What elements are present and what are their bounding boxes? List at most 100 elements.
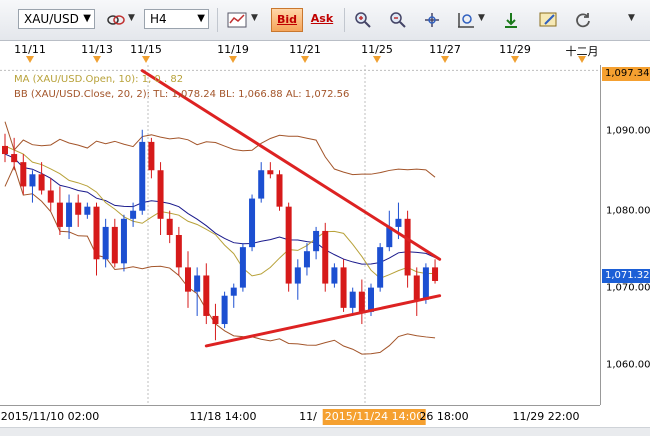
- y-tick: 1,080.00: [606, 205, 650, 217]
- x-tick: 26 18:00: [419, 410, 469, 423]
- candle-body: [249, 198, 256, 248]
- candle-body: [194, 275, 201, 292]
- candle-body: [75, 202, 82, 215]
- candle-body: [267, 170, 274, 175]
- time-axis[interactable]: 2015/11/10 02:00 11/18 14:00 11/ 2015/11…: [0, 405, 600, 428]
- x-cursor-label: 2015/11/24 14:00: [322, 409, 426, 425]
- candle-body: [432, 267, 439, 281]
- high-price-tag: 1,097.34: [602, 67, 650, 81]
- date-marker: [301, 56, 309, 63]
- candle-body: [29, 174, 36, 187]
- candle-body: [93, 206, 100, 260]
- date-marker: [578, 56, 586, 63]
- candle-body: [377, 247, 384, 288]
- date-marker: [93, 56, 101, 63]
- candle-body: [157, 170, 164, 219]
- date-marker: [441, 56, 449, 63]
- chevron-down-icon: ▼: [197, 13, 205, 24]
- candle-body: [349, 291, 356, 308]
- candle-body: [422, 267, 429, 300]
- candle-body: [175, 235, 182, 268]
- candle-body: [340, 267, 347, 308]
- candle-body: [276, 174, 283, 207]
- y-tick: 1,070.00: [606, 282, 650, 294]
- symbol-select[interactable]: XAU/USD ▼: [18, 9, 95, 29]
- separator: [217, 8, 218, 32]
- date-label: 11/27: [429, 43, 461, 56]
- date-label: 11/11: [14, 43, 46, 56]
- candle-body: [239, 247, 246, 288]
- candle-body: [413, 275, 420, 300]
- candle-body: [368, 287, 374, 312]
- candle-body: [66, 202, 73, 227]
- zoom-in-icon[interactable]: [352, 9, 374, 31]
- candle-body: [331, 267, 338, 284]
- chart-area[interactable]: [0, 65, 600, 405]
- symbol-value: XAU/USD: [24, 12, 79, 26]
- candle-body: [212, 315, 219, 325]
- ma-legend: MA (XAU/USD.Open, 10): 1, 0 . 82: [14, 74, 184, 85]
- price-axis[interactable]: 1,097.34 1,090.00 1,080.00 1,071.32 1,07…: [600, 65, 650, 405]
- indicator-icon[interactable]: [455, 9, 477, 31]
- date-label: 11/25: [361, 43, 393, 56]
- zoom-out-icon[interactable]: [387, 9, 409, 31]
- bid-button[interactable]: Bid: [271, 8, 303, 32]
- properties-icon[interactable]: [537, 9, 559, 31]
- bollinger-upper-band: [4, 121, 436, 178]
- refresh-icon[interactable]: [572, 9, 594, 31]
- y-tick: 1,060.00: [606, 359, 650, 371]
- candle-body: [11, 154, 18, 163]
- link-icon[interactable]: [105, 9, 127, 31]
- candle-body: [358, 291, 365, 312]
- candle-body: [404, 218, 411, 276]
- candle-body: [20, 162, 27, 187]
- chevron-down-icon[interactable]: ▼: [251, 13, 258, 23]
- candle-body: [185, 267, 191, 292]
- candle-body: [102, 226, 109, 260]
- chevron-down-icon[interactable]: ▼: [128, 13, 135, 23]
- crosshair-icon[interactable]: [421, 9, 443, 31]
- candle-body: [84, 206, 91, 215]
- date-label: 11/29: [499, 43, 531, 56]
- timeframe-select[interactable]: H4 ▼: [144, 9, 209, 29]
- chart-type-icon[interactable]: [226, 9, 248, 31]
- date-ruler: 11/11 11/13 11/15 11/19 11/21 11/25 11/27 11/29…: [0, 41, 650, 65]
- candle-body: [203, 275, 210, 316]
- candle-body: [139, 141, 146, 211]
- x-tick: 2015/11/10 02:00: [0, 410, 100, 423]
- candle-body: [47, 190, 54, 203]
- chevron-down-icon: ▼: [83, 13, 91, 24]
- x-tick: 11/: [299, 410, 317, 423]
- chevron-down-icon[interactable]: ▼: [478, 13, 485, 23]
- ask-button[interactable]: Ask: [306, 8, 338, 32]
- date-label: 11/21: [289, 43, 321, 56]
- trendline: [204, 294, 442, 348]
- candle-body: [111, 226, 118, 264]
- date-label: 11/13: [81, 43, 113, 56]
- candle-body: [285, 206, 292, 284]
- candle-body: [258, 170, 265, 199]
- date-marker: [373, 56, 381, 63]
- indicator-legend: MA (XAU/USD.Open, 10): 1, 0 . 82 BB (XAU…: [14, 72, 349, 102]
- price-chart[interactable]: [0, 65, 600, 405]
- separator: [344, 8, 345, 32]
- date-marker: [229, 56, 237, 63]
- candle-body: [313, 230, 320, 252]
- candle-body: [2, 145, 8, 155]
- candle-body: [221, 295, 228, 325]
- candle-body: [56, 202, 63, 227]
- candle-body: [322, 230, 329, 284]
- candle-body: [166, 218, 173, 235]
- bb-legend: BB (XAU/USD.Close, 20, 2): TL: 1,078.24 …: [14, 89, 350, 100]
- toolbar: XAU/USD ▼ ▼ H4 ▼ ▼ Bid Ask ▼ ▼: [0, 0, 650, 41]
- scroll-end-icon[interactable]: [500, 9, 522, 31]
- chevron-down-icon[interactable]: ▼: [628, 13, 635, 23]
- candle-body: [395, 218, 402, 227]
- candle-body: [230, 287, 237, 296]
- date-label: 11/19: [217, 43, 249, 56]
- candle-body: [120, 218, 127, 264]
- timeframe-value: H4: [150, 12, 167, 26]
- date-label: 11/15: [130, 43, 162, 56]
- date-marker: [26, 56, 34, 63]
- candle-body: [148, 141, 155, 171]
